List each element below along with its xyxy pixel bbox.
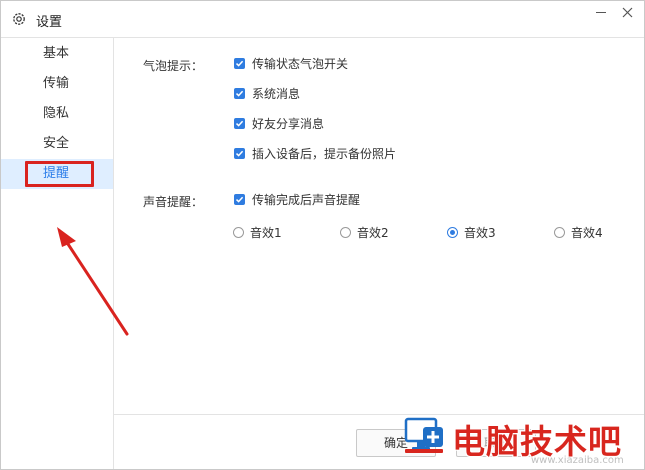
watermark-url: www.xiazaiba.com [531,455,624,466]
watermark-logo-icon [404,417,443,453]
annotation-arrow [57,227,129,336]
